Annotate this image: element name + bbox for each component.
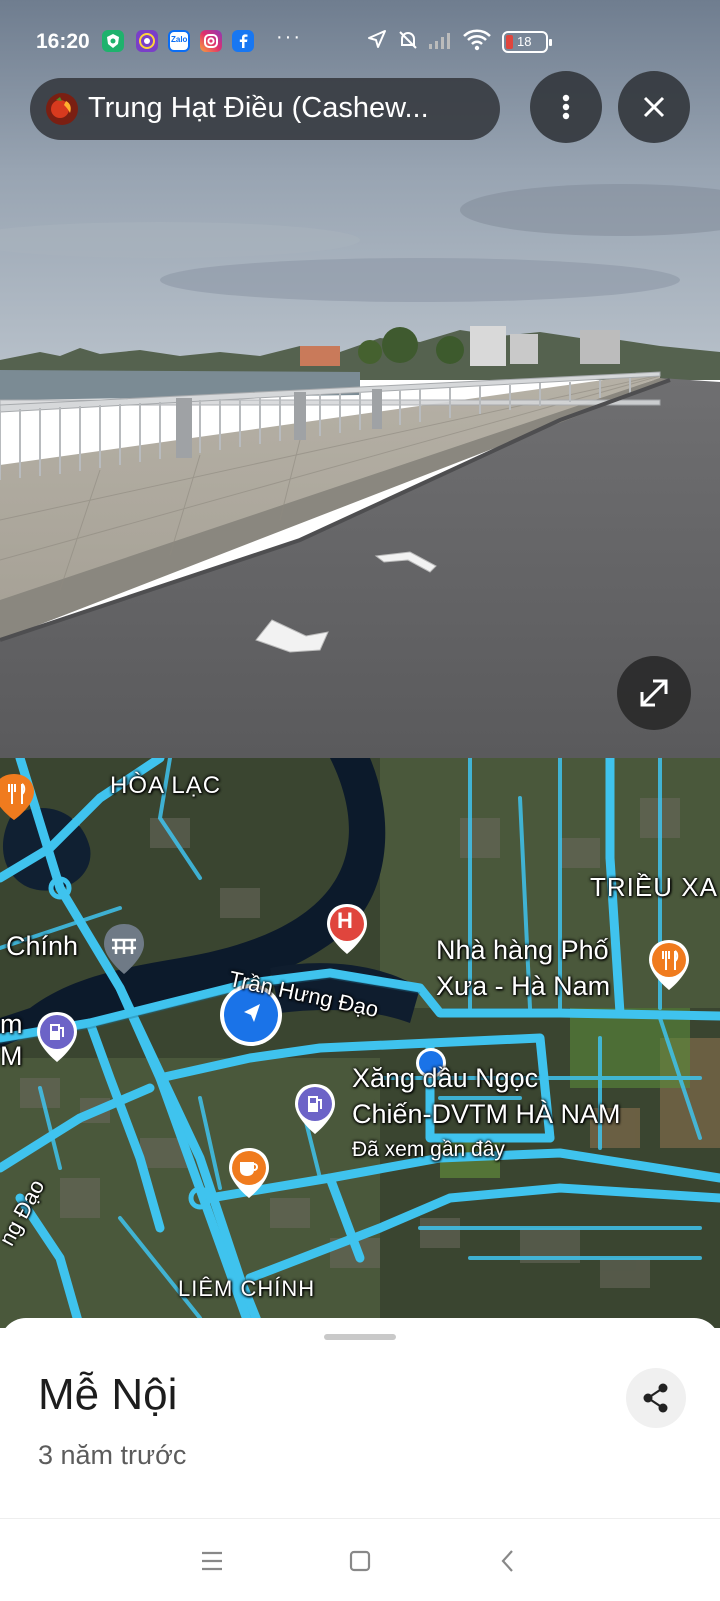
map-label-trieu-xa: TRIỀU XA xyxy=(590,872,718,902)
recent-apps-button[interactable] xyxy=(192,1541,232,1581)
map-label-m: m xyxy=(0,1009,23,1039)
location-arrow-icon xyxy=(366,28,388,55)
map-label-m2: M xyxy=(0,1041,23,1071)
more-options-button[interactable] xyxy=(530,71,602,143)
place-title-pill[interactable]: Trung Hạt Điều (Cashew... xyxy=(30,78,500,140)
bridge-marker-icon[interactable] xyxy=(100,922,148,978)
map-view[interactable]: H HÒA LẠC TRIỀU XA Chính m M Nhà hàng Ph… xyxy=(0,758,720,1328)
map-label-hoa-lac: HÒA LẠC xyxy=(110,772,222,799)
restaurant-marker-icon-2[interactable] xyxy=(646,938,692,994)
status-overflow: ··· xyxy=(276,26,302,48)
instagram-icon xyxy=(200,30,222,52)
capture-date: 3 năm trước xyxy=(38,1440,187,1470)
map-label-chinh: Chính xyxy=(6,931,79,961)
signal-icon xyxy=(428,32,454,55)
expand-fullscreen-button[interactable] xyxy=(617,656,691,730)
shield-app-icon xyxy=(102,30,124,52)
close-button[interactable] xyxy=(618,71,690,143)
close-icon xyxy=(643,96,665,118)
status-bar: 16:20 Zalo ··· 18 xyxy=(0,0,720,86)
map-label-gas-line1[interactable]: Xăng dầu Ngọc xyxy=(352,1062,538,1095)
share-icon xyxy=(643,1383,668,1413)
home-button[interactable] xyxy=(340,1541,380,1581)
place-name: Mễ Nội xyxy=(38,1370,178,1419)
more-vert-icon xyxy=(562,94,570,120)
battery-level: 18 xyxy=(517,34,532,49)
facebook-icon xyxy=(232,30,254,52)
bell-muted-icon xyxy=(396,28,420,57)
map-label-gas-line2[interactable]: Chiến-DVTM HÀ NAM xyxy=(352,1098,621,1131)
system-navigation-bar xyxy=(0,1518,720,1601)
place-thumbnail-icon xyxy=(46,93,78,125)
place-bottom-sheet[interactable]: Mễ Nội 3 năm trước xyxy=(0,1318,720,1518)
gas-station-marker-icon-2[interactable] xyxy=(292,1082,338,1138)
circle-app-icon xyxy=(136,30,158,52)
battery-icon: 18 xyxy=(502,31,552,53)
zalo-icon: Zalo xyxy=(168,30,190,52)
status-time: 16:20 xyxy=(36,30,90,53)
cafe-marker-icon[interactable] xyxy=(226,1146,272,1202)
map-label-restaurant-line1[interactable]: Nhà hàng Phố xyxy=(436,934,609,967)
place-title: Trung Hạt Điều (Cashew... xyxy=(88,92,429,124)
hospital-marker-letter: H xyxy=(337,908,353,933)
map-label-liem-chinh: LIÊM CHÍNH xyxy=(178,1276,316,1301)
gas-station-marker-icon[interactable] xyxy=(34,1010,80,1066)
map-label-restaurant-line2[interactable]: Xưa - Hà Nam xyxy=(436,970,610,1003)
expand-icon xyxy=(640,679,668,707)
wifi-icon xyxy=(462,28,492,57)
menu-lines-icon xyxy=(202,1551,222,1571)
street-view-panorama[interactable]: 16:20 Zalo ··· 18 Trung Hạt Điều (Cashew… xyxy=(0,0,720,758)
chevron-left-icon xyxy=(501,1550,513,1572)
share-button[interactable] xyxy=(626,1368,686,1428)
back-button[interactable] xyxy=(488,1541,528,1581)
sheet-drag-handle[interactable] xyxy=(324,1334,396,1340)
square-icon xyxy=(349,1550,371,1572)
restaurant-marker-icon[interactable] xyxy=(0,772,40,824)
zalo-label: Zalo xyxy=(171,35,188,44)
satellite-map xyxy=(0,758,720,1328)
map-label-recent: Đã xem gần đây xyxy=(352,1138,505,1161)
